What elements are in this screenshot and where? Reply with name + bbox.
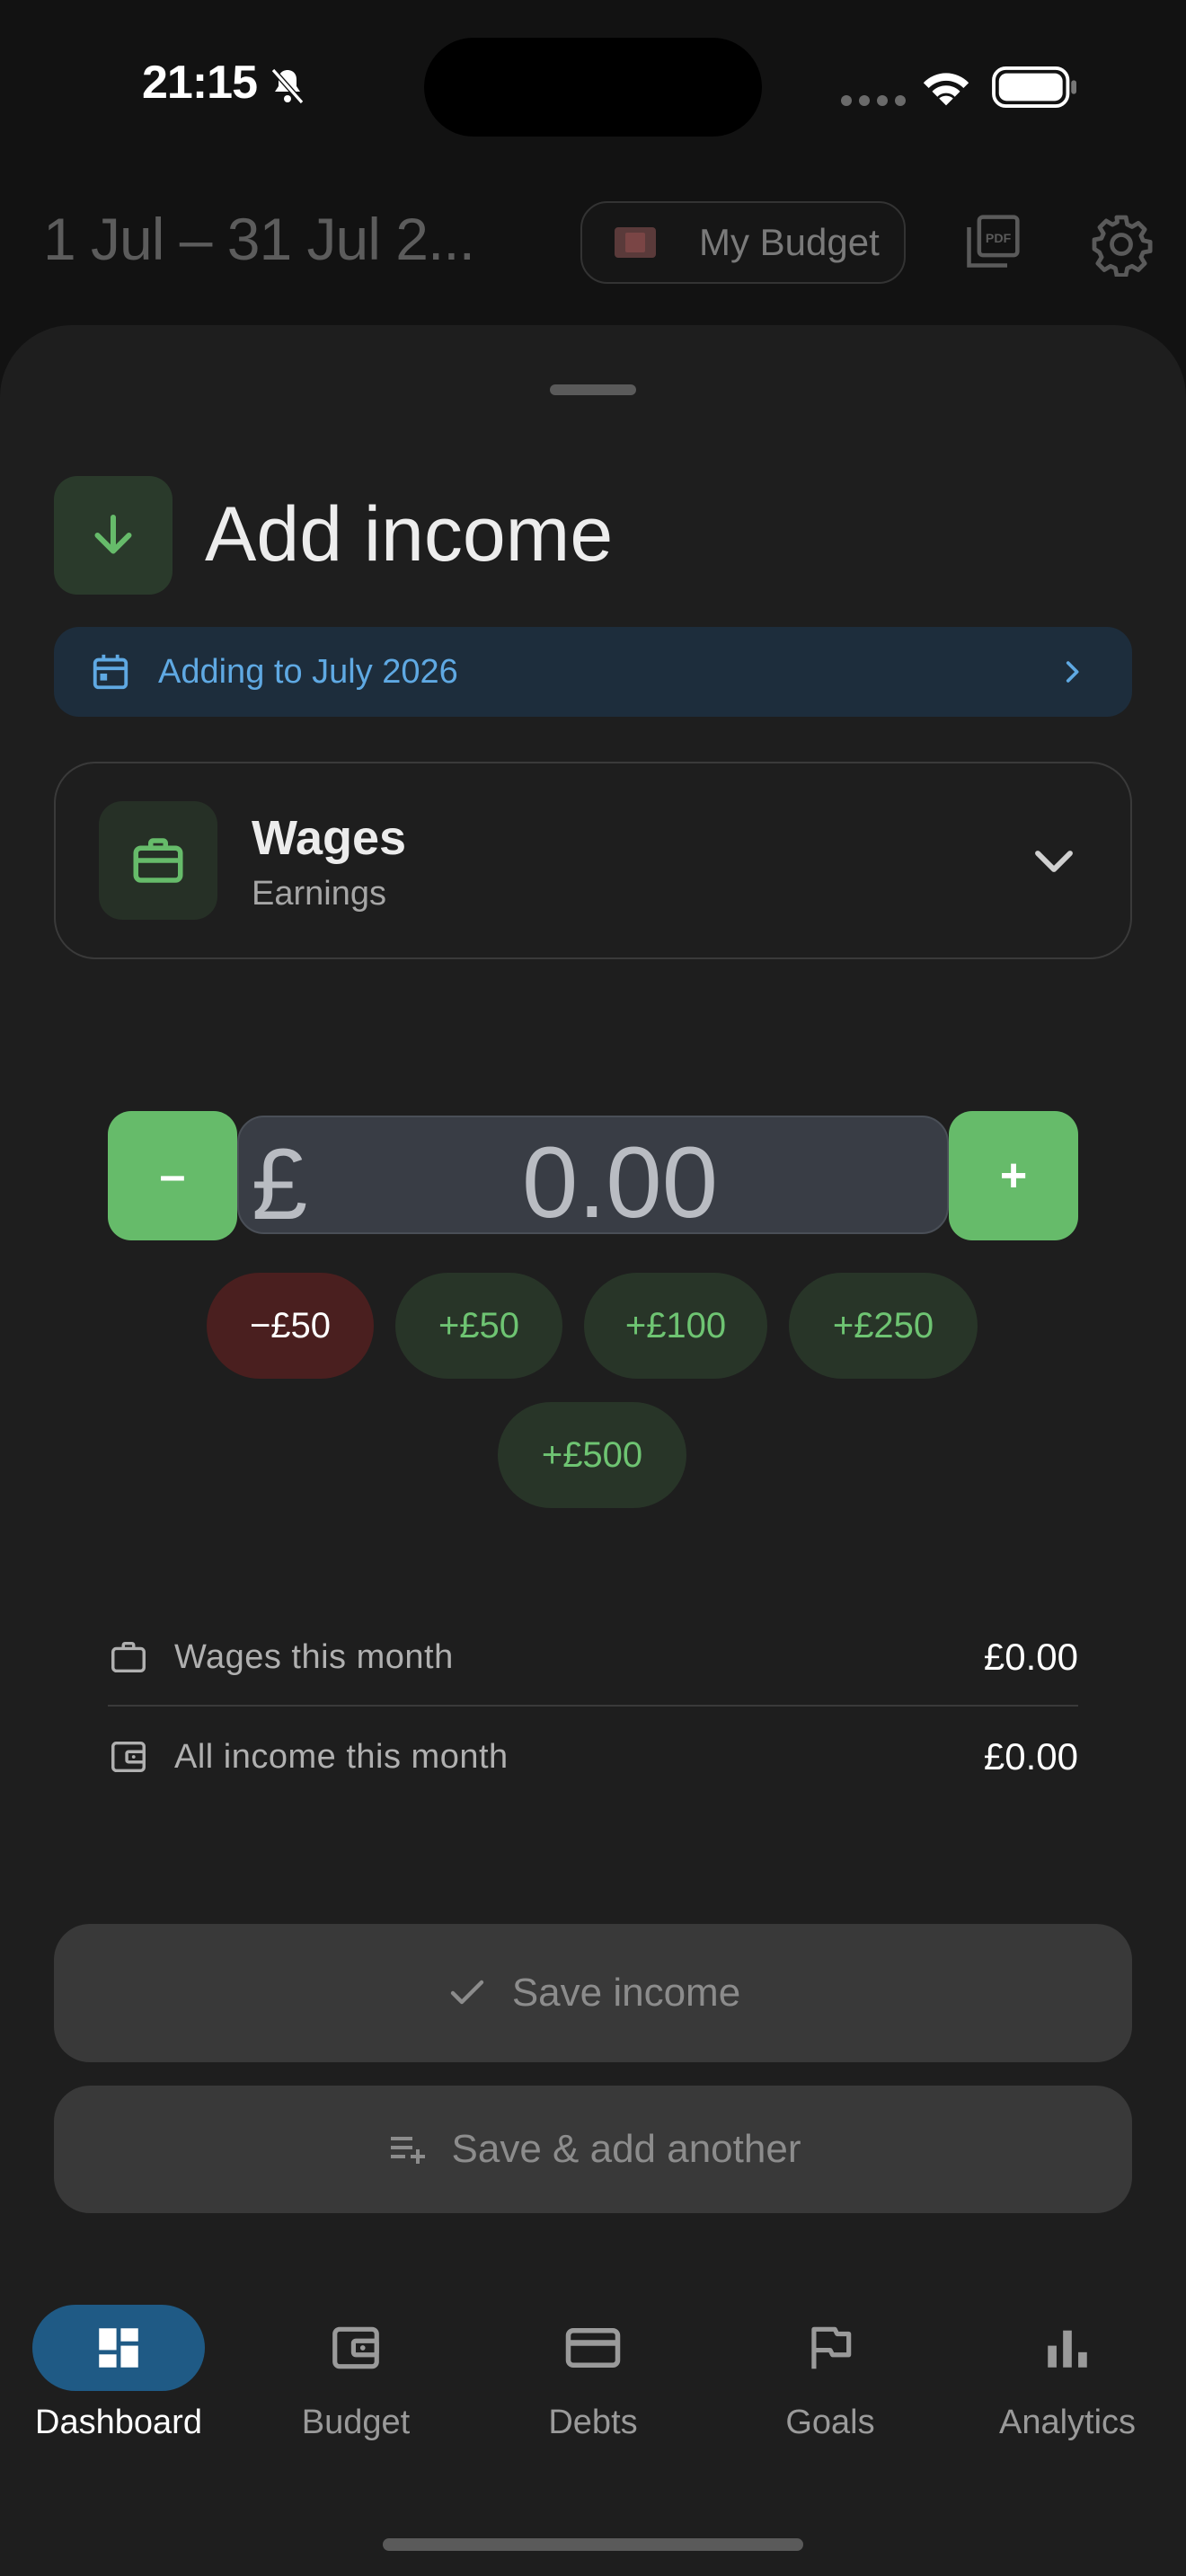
nav-item-goals[interactable]: Goals — [722, 2305, 938, 2442]
battery-icon — [992, 66, 1076, 108]
summary-row-all-income: All income this month £0.00 — [108, 1707, 1078, 1806]
chip-plus-500[interactable]: +£500 — [498, 1402, 686, 1508]
briefcase-icon — [99, 801, 217, 920]
dashboard-icon — [99, 2328, 138, 2368]
amount-input[interactable]: £ 0.00 — [237, 1116, 949, 1240]
silent-bell-icon — [270, 68, 305, 104]
amount-value: 0.00 — [522, 1126, 718, 1239]
category-name: Wages — [252, 811, 407, 865]
chip-plus-50[interactable]: +£50 — [395, 1273, 562, 1379]
increase-amount-button[interactable]: + — [949, 1111, 1078, 1240]
summary-value: £0.00 — [983, 1636, 1078, 1678]
check-icon — [450, 1980, 484, 2005]
budget-selector[interactable]: My Budget — [580, 201, 906, 284]
bar-chart-icon — [1048, 2330, 1087, 2368]
sheet-title: Add income — [205, 491, 614, 578]
chevron-down-icon — [1035, 851, 1073, 872]
date-range[interactable]: 1 Jul – 31 Jul 2... — [43, 205, 475, 273]
nav-label: Goals — [785, 2404, 875, 2441]
budget-flag-icon — [615, 227, 656, 258]
income-arrow-down-icon — [54, 476, 173, 595]
wallet-icon — [332, 2326, 379, 2369]
chip-plus-100[interactable]: +£100 — [584, 1273, 767, 1379]
summary-row-wages: Wages this month £0.00 — [108, 1608, 1078, 1707]
svg-text:PDF: PDF — [986, 232, 1012, 246]
divider — [108, 1705, 1078, 1707]
signal-dots-icon — [841, 95, 906, 106]
summary-value: £0.00 — [983, 1735, 1078, 1778]
summary-label: All income this month — [174, 1737, 509, 1776]
wallet-icon — [111, 1741, 146, 1773]
settings-gear-icon[interactable] — [1089, 212, 1154, 277]
nav-label: Analytics — [998, 2404, 1137, 2441]
chip-minus-50[interactable]: −£50 — [207, 1273, 374, 1379]
month-banner[interactable]: Adding to July 2026 — [54, 627, 1132, 717]
home-indicator[interactable] — [383, 2538, 803, 2551]
nav-item-budget[interactable]: Budget — [248, 2305, 464, 2442]
category-subtitle: Earnings — [252, 875, 386, 913]
nav-item-analytics[interactable]: Analytics — [960, 2305, 1175, 2442]
nav-label: Budget — [301, 2404, 411, 2441]
decrease-amount-button[interactable]: – — [108, 1111, 237, 1240]
sheet-drag-handle[interactable] — [550, 384, 636, 395]
save-income-label: Save income — [511, 1971, 741, 2015]
wifi-icon — [923, 73, 969, 106]
nav-item-debts[interactable]: Debts — [485, 2305, 701, 2442]
chevron-right-icon — [1066, 661, 1079, 683]
dynamic-island — [424, 38, 762, 137]
chip-plus-250[interactable]: +£250 — [789, 1273, 978, 1379]
credit-card-icon — [565, 2328, 621, 2368]
flag-icon — [811, 2326, 852, 2369]
nav-item-dashboard[interactable]: Dashboard — [11, 2305, 226, 2442]
save-and-add-another-label: Save & add another — [451, 2127, 801, 2171]
nav-label: Dashboard — [35, 2404, 202, 2441]
briefcase-icon — [111, 1641, 146, 1673]
playlist-add-icon — [390, 2137, 425, 2164]
save-and-add-another-button[interactable]: Save & add another — [54, 2086, 1132, 2213]
budget-name: My Budget — [699, 221, 880, 263]
calendar-icon — [93, 654, 128, 690]
nav-label: Debts — [548, 2404, 638, 2441]
summary-label: Wages this month — [174, 1637, 454, 1676]
pdf-icon[interactable]: PDF — [961, 212, 1022, 273]
month-banner-label: Adding to July 2026 — [158, 652, 458, 691]
save-income-button[interactable]: Save income — [54, 1924, 1132, 2062]
status-time: 21:15 — [142, 57, 258, 109]
